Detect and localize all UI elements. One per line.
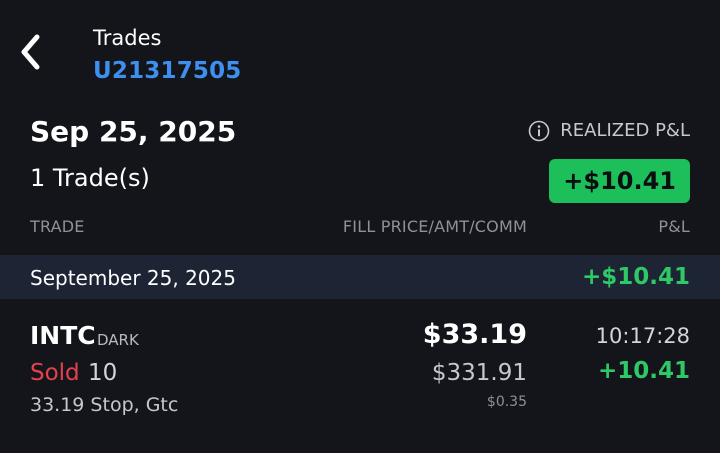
trade-row[interactable]: INTC DARK Sold 10 33.19 Stop, Gtc $33.19… <box>0 310 720 430</box>
account-id-link[interactable]: U21317505 <box>93 56 242 86</box>
info-circle-icon[interactable] <box>528 120 550 142</box>
trade-venue: DARK <box>97 331 139 349</box>
realized-pnl-header: REALIZED P&L <box>528 118 690 144</box>
trade-commission: $0.35 <box>486 394 527 410</box>
trade-symbol: INTC <box>30 321 96 350</box>
column-header-trade: TRADE <box>30 217 85 236</box>
column-header-pnl: P&L <box>658 217 690 236</box>
trade-count: 1 Trade(s) <box>30 164 150 192</box>
date-group-header: September 25, 2025 +$10.41 <box>0 255 720 299</box>
summary-date: Sep 25, 2025 <box>30 115 237 148</box>
trades-screen: Trades U21317505 Sep 25, 2025 1 Trade(s)… <box>0 0 720 453</box>
chevron-left-icon <box>18 33 42 75</box>
back-button[interactable] <box>12 32 48 76</box>
trade-fill-price: $33.19 <box>422 319 527 350</box>
trade-side: Sold <box>30 360 80 386</box>
realized-pnl-badge: +$10.41 <box>549 159 690 203</box>
group-pnl: +$10.41 <box>581 264 690 290</box>
realized-pnl-value: +$10.41 <box>563 167 676 195</box>
page-title: Trades <box>93 26 162 50</box>
trade-order-type: 33.19 Stop, Gtc <box>30 394 179 416</box>
trade-pnl: +10.41 <box>597 358 690 384</box>
group-date: September 25, 2025 <box>30 266 236 290</box>
trade-quantity: 10 <box>88 360 118 386</box>
realized-pnl-label: REALIZED P&L <box>560 120 690 141</box>
trade-amount: $331.91 <box>431 360 527 386</box>
trade-time: 10:17:28 <box>595 324 690 348</box>
column-header-fill: FILL PRICE/AMT/COMM <box>342 217 527 236</box>
